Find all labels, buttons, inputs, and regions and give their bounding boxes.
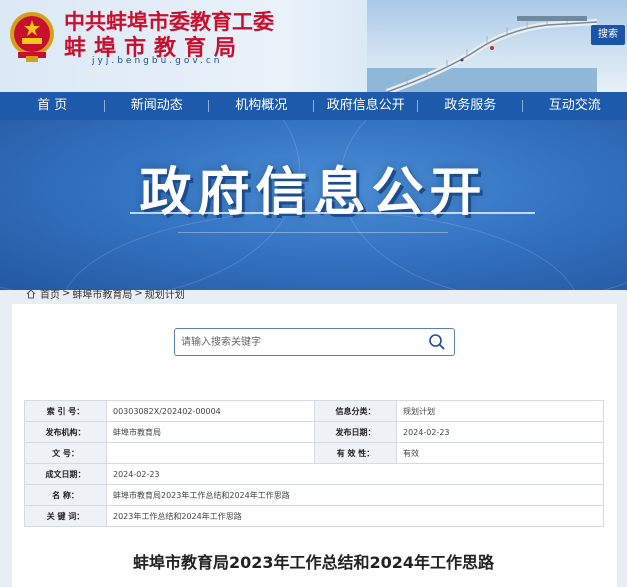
created-value: 2024-02-23 (106, 463, 604, 485)
nav-item-services[interactable]: 政务服务 (418, 92, 523, 120)
created-label: 成文日期： (24, 463, 107, 485)
name-value: 蚌埠市教育局2023年工作总结和2024年工作思路 (106, 484, 604, 506)
name-label: 名 称： (24, 484, 107, 506)
keywords-label: 关 键 词： (24, 505, 107, 527)
banner-underline (178, 232, 448, 233)
category-value: 规划计划 (396, 400, 604, 422)
breadcrumb-home[interactable]: 首页 (40, 286, 60, 301)
nav-item-gov-info[interactable]: 政府信息公开 (314, 92, 419, 120)
table-row: 关 键 词： 2023年工作总结和2024年工作思路 (24, 505, 604, 527)
main-nav: 首 页 新闻动态 机构概况 政府信息公开 政务服务 互动交流 (0, 92, 627, 120)
national-emblem-icon (10, 12, 54, 62)
table-row: 文 号： 有 效 性： 有效 (24, 442, 604, 464)
search-box (174, 328, 455, 356)
home-icon (26, 288, 36, 298)
site-url: jyj.bengbu.gov.cn (92, 56, 223, 66)
pubdate-value: 2024-02-23 (396, 421, 604, 443)
search-icon[interactable] (428, 333, 446, 351)
page-banner: 政府信息公开 (0, 120, 627, 290)
breadcrumb-bureau[interactable]: 蚌埠市教育局 (72, 286, 132, 301)
index-value: 00303082X/202402-00004 (106, 400, 315, 422)
pubdate-label: 发布日期： (314, 421, 397, 443)
publisher-label: 发布机构： (24, 421, 107, 443)
keywords-value: 2023年工作总结和2024年工作思路 (106, 505, 604, 527)
publisher-value: 蚌埠市教育局 (106, 421, 315, 443)
banner-underline (130, 212, 535, 214)
docno-value (106, 442, 315, 464)
document-title: 蚌埠市教育局2023年工作总结和2024年工作思路 (132, 553, 495, 572)
breadcrumb-current[interactable]: 规划计划 (145, 286, 185, 301)
table-row: 发布机构： 蚌埠市教育局 发布日期： 2024-02-23 (24, 421, 604, 443)
breadcrumb-separator: > (134, 288, 143, 299)
nav-item-news[interactable]: 新闻动态 (105, 92, 210, 120)
breadcrumb-separator: > (62, 288, 71, 299)
header-search-button[interactable]: 搜索 (591, 25, 625, 45)
category-label: 信息分类： (314, 400, 397, 422)
docno-label: 文 号： (24, 442, 107, 464)
validity-value: 有效 (396, 442, 604, 464)
index-label: 索 引 号： (24, 400, 107, 422)
info-table: 索 引 号： 00303082X/202402-00004 信息分类： 规划计划… (24, 400, 604, 527)
nav-item-interaction[interactable]: 互动交流 (523, 92, 627, 120)
site-header: 中共蚌埠市委教育工委 蚌埠市教育局 jyj.bengbu.gov.cn 搜索 (0, 0, 627, 92)
validity-label: 有 效 性： (314, 442, 397, 464)
bridge-image (367, 16, 597, 92)
nav-item-home[interactable]: 首 页 (0, 92, 105, 120)
table-row: 成文日期： 2024-02-23 (24, 463, 604, 485)
nav-item-organization[interactable]: 机构概况 (209, 92, 314, 120)
search-input[interactable] (175, 329, 415, 355)
table-row: 索 引 号： 00303082X/202402-00004 信息分类： 规划计划 (24, 400, 604, 422)
breadcrumb: 首页 > 蚌埠市教育局 > 规划计划 (26, 286, 185, 301)
table-row: 名 称： 蚌埠市教育局2023年工作总结和2024年工作思路 (24, 484, 604, 506)
